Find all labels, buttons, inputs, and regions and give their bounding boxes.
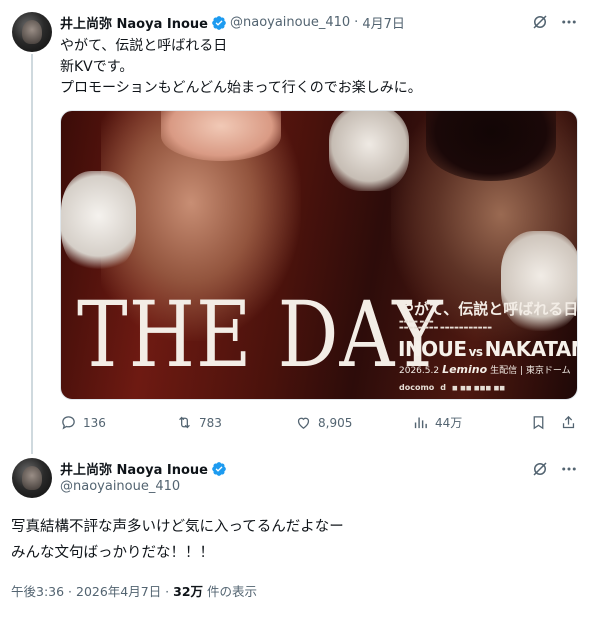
grok-icon[interactable] <box>530 12 550 32</box>
handle[interactable]: @naoyainoue_410 <box>60 479 180 494</box>
poster-date-line: 2026.5.2 Lemino 生配信 | 東京ドーム <box>399 363 571 376</box>
poster-date: 2026.5.2 <box>399 366 440 376</box>
fighter-right-hair <box>426 111 556 181</box>
poster-fineprint: ▬▬▬▬ ▬▬▬ ▬▬▬▬▬ ▬▬▬ ▬▬▬▬▬▬▬▬▬▬▬ <box>399 319 492 331</box>
grok-icon[interactable] <box>530 459 550 479</box>
bookmark-icon <box>533 416 544 430</box>
poster-broadcaster: Lemino <box>442 363 488 376</box>
poster-sponsor-logos: ◼ ◼◼ ◼◼◼ ◼◼ <box>452 384 506 392</box>
timestamp[interactable]: 4月7日 <box>362 13 405 32</box>
bookmark-button[interactable] <box>530 414 553 431</box>
retweet-icon <box>179 416 190 429</box>
tweet-header: 井上尚弥 Naoya Inoue @naoyainoue_410 · 4月7日 <box>60 13 405 32</box>
avatar[interactable] <box>12 12 52 52</box>
media-image[interactable]: THE DAY やがて、伝説と呼ばれる日。 ▬▬▬▬ ▬▬▬ ▬▬▬▬▬ ▬▬▬… <box>60 110 578 400</box>
verified-icon <box>212 15 226 30</box>
tweet-line: みんな文句ばっかりだな！！！ <box>11 545 214 561</box>
tweet-line: 新KVです。 <box>60 59 134 75</box>
poster-sponsor: docomo <box>399 383 435 392</box>
tweet-line: 写真結構不評な声多いけど気に入ってるんだよなー <box>11 519 344 535</box>
views-label: 件の表示 <box>203 584 258 599</box>
display-name[interactable]: 井上尚弥 Naoya Inoue <box>60 459 208 478</box>
verified-icon <box>212 461 226 476</box>
views-button[interactable]: 44万 <box>412 414 462 431</box>
tweet-meta: 午後3:36 · 2026年4月7日 · 32万 件の表示 <box>11 581 257 600</box>
thread-connector <box>31 54 33 454</box>
retweet-count: 783 <box>199 415 222 430</box>
tweet-text: 写真結構不評な声多いけど気に入ってるんだよなー みんな文句ばっかりだな！！！ <box>11 514 344 566</box>
reply-button[interactable]: 136 <box>60 414 106 431</box>
tweet-line: やがて、伝説と呼ばれる日 <box>60 38 228 54</box>
poster-matchup: INOUEvsNAKATANI <box>398 337 577 361</box>
more-icon[interactable] <box>559 12 579 32</box>
share-icon <box>562 415 575 429</box>
tweet-actions: 136 783 8,905 44万 <box>60 414 580 436</box>
reply-count: 136 <box>83 415 106 430</box>
views-count: 32万 <box>173 584 204 599</box>
like-count: 8,905 <box>318 415 353 430</box>
share-button[interactable] <box>560 414 583 431</box>
views-count: 44万 <box>435 416 463 430</box>
poster-sponsors: docomo d ◼ ◼◼ ◼◼◼ ◼◼ <box>399 383 505 392</box>
poster-fighter-b: NAKATANI <box>484 337 577 361</box>
reply-icon <box>62 416 75 430</box>
display-name[interactable]: 井上尚弥 Naoya Inoue <box>60 13 208 32</box>
like-icon <box>297 417 310 429</box>
glove-right-top <box>329 111 409 191</box>
poster-fighter-a: INOUE <box>398 337 467 361</box>
like-button[interactable]: 8,905 <box>295 414 352 431</box>
poster-tagline: やがて、伝説と呼ばれる日。 <box>399 300 578 318</box>
timestamp[interactable]: 午後3:36 · 2026年4月7日 · <box>11 584 173 599</box>
avatar[interactable] <box>12 458 52 498</box>
poster-broadcast-note: 生配信 | 東京ドーム <box>490 366 571 376</box>
fighter-left-hair <box>161 111 281 161</box>
poster-vs: vs <box>468 345 483 359</box>
tweet-text: やがて、伝説と呼ばれる日 新KVです。 プロモーションもどんどん始まって行くので… <box>60 36 422 99</box>
tweet-line: プロモーションもどんどん始まって行くのでお楽しみに。 <box>60 80 422 96</box>
more-icon[interactable] <box>559 459 579 479</box>
handle[interactable]: @naoyainoue_410 <box>230 15 350 30</box>
handle-row: @naoyainoue_410 <box>60 479 180 494</box>
poster-headline: THE DAY <box>77 280 444 388</box>
glove-left <box>61 171 136 271</box>
retweet-button[interactable]: 783 <box>176 414 222 431</box>
poster-sponsor-2: d <box>440 383 447 392</box>
tweet-header: 井上尚弥 Naoya Inoue <box>60 459 230 478</box>
separator: · <box>354 15 359 30</box>
views-icon <box>414 417 427 429</box>
